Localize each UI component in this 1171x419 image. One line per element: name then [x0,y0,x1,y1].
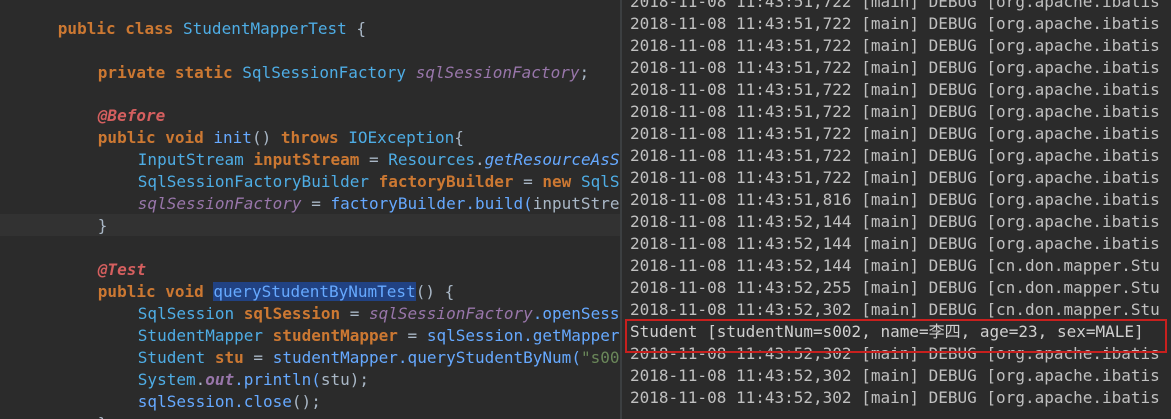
console-output[interactable]: 2018-11-08 11:43:51,722 [main] DEBUG [or… [620,0,1171,419]
code-line-init-close[interactable]: } [40,193,108,235]
code-line-query-signature[interactable]: public void queryStudentByNumTest() { [40,259,454,301]
code-line-field[interactable]: private static SqlSessionFactory sqlSess… [40,40,589,82]
log-line: 2018-11-08 11:43:51,722 [main] DEBUG [or… [630,36,1160,55]
log-line: 2018-11-08 11:43:52,302 [main] DEBUG [cn… [630,300,1160,319]
log-line: 2018-11-08 11:43:51,722 [main] DEBUG [or… [630,168,1160,187]
log-line: 2018-11-08 11:43:52,144 [main] DEBUG [or… [630,212,1160,231]
log-line: 2018-11-08 11:43:52,302 [main] DEBUG [or… [630,366,1160,385]
log-line: 2018-11-08 11:43:51,722 [main] DEBUG [or… [630,80,1160,99]
log-line: 2018-11-08 11:43:51,722 [main] DEBUG [or… [630,0,1160,11]
log-line: 2018-11-08 11:43:51,722 [main] DEBUG [or… [630,124,1160,143]
log-line: 2018-11-08 11:43:52,255 [main] DEBUG [cn… [630,278,1160,297]
code-line-query-5[interactable]: sqlSession.close(); [80,369,321,411]
log-line: 2018-11-08 11:43:52,302 [main] DEBUG [or… [630,388,1160,407]
code-editor[interactable]: public class StudentMapperTest { private… [0,0,620,419]
ide-window: public class StudentMapperTest { private… [0,0,1171,419]
code-line-before-annotation[interactable]: @Before [40,83,165,125]
result-highlight-box [625,319,1167,353]
code-line-query-close[interactable]: } [40,391,108,419]
log-line: 2018-11-08 11:43:51,722 [main] DEBUG [or… [630,146,1160,165]
code-line-query-3[interactable]: Student stu = studentMapper.queryStudent… [80,325,620,367]
log-line: 2018-11-08 11:43:52,144 [main] DEBUG [or… [630,234,1160,253]
log-line: 2018-11-08 11:43:51,722 [main] DEBUG [or… [630,58,1160,77]
code-line-query-2[interactable]: StudentMapper studentMapper = sqlSession… [80,303,620,345]
code-line-query-4[interactable]: System.out.println(stu); [80,347,369,389]
log-line: 2018-11-08 11:43:51,816 [main] DEBUG [or… [630,190,1160,209]
code-line-query-1[interactable]: SqlSession sqlSession = sqlSessionFactor… [80,281,620,323]
code-line-class-decl[interactable]: public class StudentMapperTest { [0,0,366,38]
log-line: 2018-11-08 11:43:51,722 [main] DEBUG [or… [630,14,1160,33]
code-line-init-3[interactable]: sqlSessionFactory = factoryBuilder.build… [80,171,620,213]
log-line: 2018-11-08 11:43:51,722 [main] DEBUG [or… [630,102,1160,121]
code-line-init-2[interactable]: SqlSessionFactoryBuilder factoryBuilder … [80,149,620,191]
code-line-init-1[interactable]: InputStream inputStream = Resources.getR… [80,127,620,169]
code-line-init-signature[interactable]: public void init() throws IOException{ [40,105,464,147]
code-line-test-annotation[interactable]: @Test [40,237,146,279]
log-line: 2018-11-08 11:43:52,144 [main] DEBUG [cn… [630,256,1160,275]
